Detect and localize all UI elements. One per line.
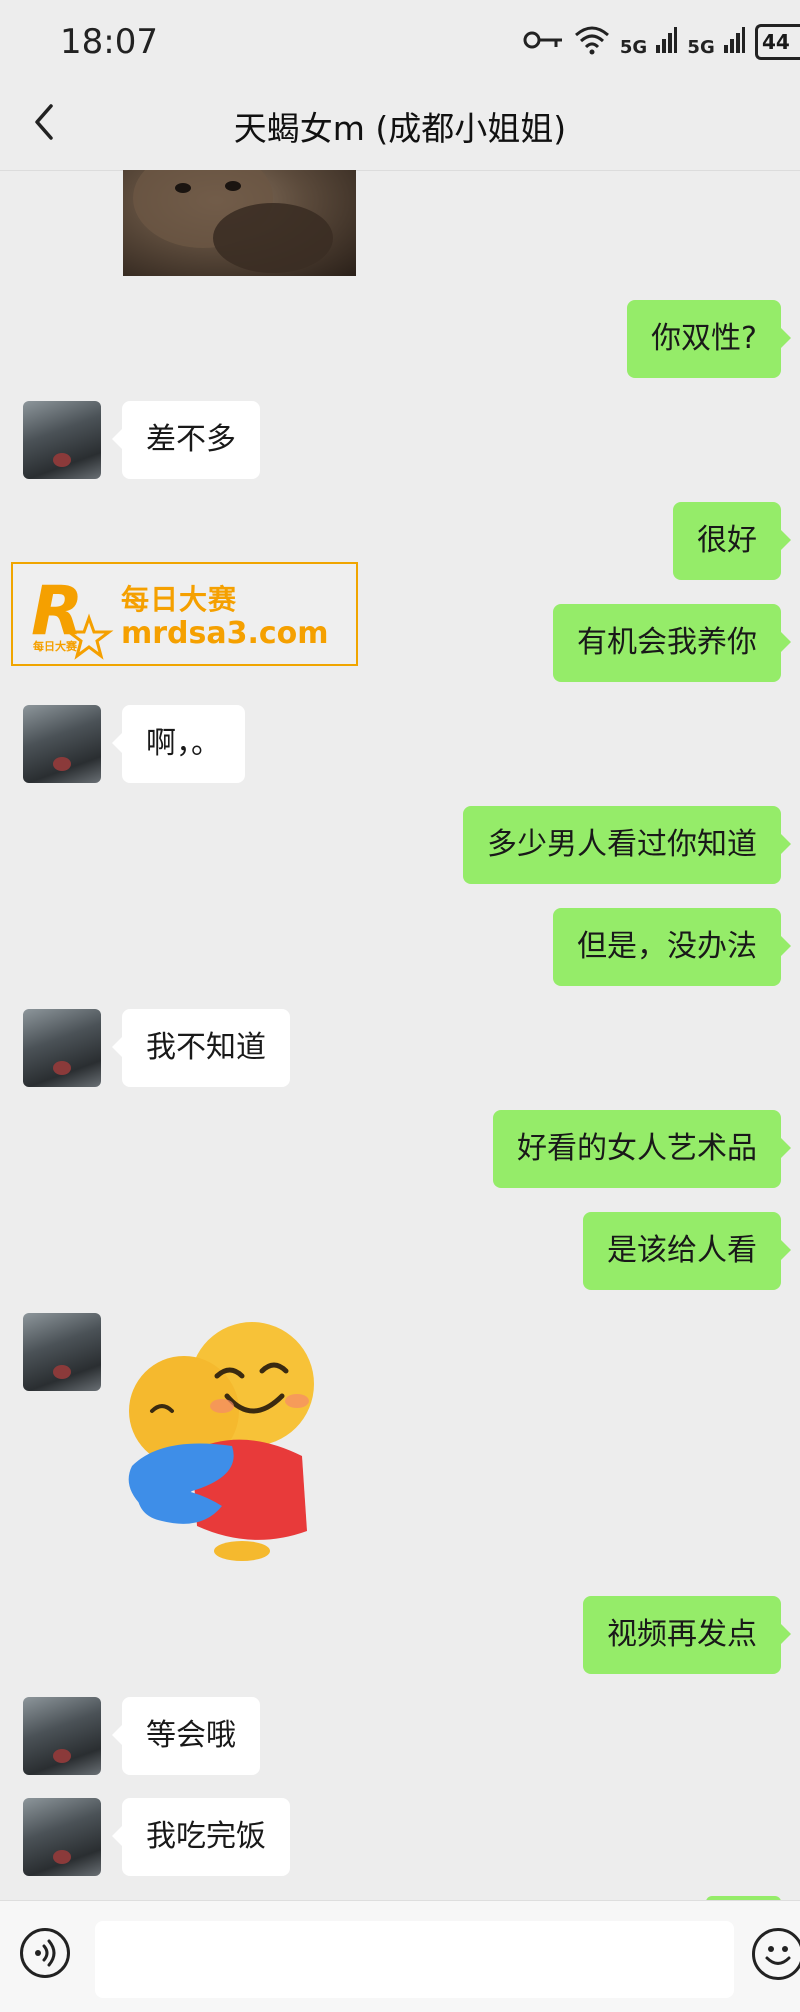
avatar[interactable] [23, 1798, 101, 1876]
message-bubble-outgoing[interactable]: 你双性? [627, 300, 791, 378]
message-bubble-outgoing[interactable]: 有机会我养你 [553, 604, 791, 682]
status-time: 18:07 [60, 22, 158, 62]
chat-title: 天蝎女m (成都小姐姐) [233, 109, 567, 148]
signal-icon: 5G [687, 26, 745, 58]
watermark: R 每日大赛 每日大赛 mrdsa3.com [11, 562, 358, 666]
message-bubble-outgoing[interactable]: 好看的女人艺术品 [493, 1110, 791, 1188]
message-input[interactable] [95, 1921, 734, 1998]
image-message[interactable] [123, 170, 356, 276]
message-bubble-outgoing[interactable]: 很好 [673, 502, 791, 580]
avatar[interactable] [23, 1009, 101, 1087]
voice-button[interactable] [20, 1928, 70, 1978]
hug-emoji-sticker[interactable] [122, 1316, 322, 1566]
message-bubble-outgoing[interactable]: 多少男人看过你知道 [463, 806, 791, 884]
message-bubble-incoming[interactable]: 等会哦 [112, 1697, 260, 1775]
emoji-icon [765, 1946, 791, 1965]
emoji-button[interactable] [752, 1928, 800, 1980]
message-bubble-incoming[interactable]: 我吃完饭 [112, 1798, 290, 1876]
message-bubble-incoming[interactable]: 啊，。 [112, 705, 245, 783]
message-bubble-outgoing[interactable]: 视频再发点 [583, 1596, 791, 1674]
signal-icon: 5G [619, 26, 678, 58]
wifi-icon [574, 25, 610, 60]
watermark-logo: R 每日大赛 [31, 572, 114, 660]
avatar[interactable] [23, 1697, 101, 1775]
signal-label: 5G [687, 36, 715, 58]
status-icons: 5G 5G 44 [522, 22, 800, 62]
message-bubble-incoming[interactable]: 差不多 [112, 401, 260, 479]
message-bubble-outgoing[interactable]: 但是，没办法 [553, 908, 791, 986]
message-bubble-outgoing[interactable]: 是该给人看 [583, 1212, 791, 1290]
battery-level: 44 [762, 30, 790, 54]
avatar[interactable] [23, 705, 101, 783]
message-list[interactable]: 你双性? 差不多 很好 有机会我养你 啊，。 多少男人看过你知道 但是，没办法 … [0, 170, 800, 1900]
svg-text:每日大赛: 每日大赛 [33, 639, 78, 653]
watermark-title: 每日大赛 [121, 583, 238, 616]
voice-icon [35, 1939, 56, 1967]
signal-label: 5G [619, 36, 648, 58]
cat-photo [133, 170, 333, 273]
chat-header: 天蝎女m (成都小姐姐) [0, 80, 800, 171]
hug-emoji-icon [128, 1322, 314, 1561]
watermark-url: mrdsa3.com [121, 616, 329, 651]
battery-icon: 44 [755, 24, 800, 60]
message-bubble-incoming[interactable]: 我不知道 [112, 1009, 290, 1087]
avatar[interactable] [23, 1313, 101, 1391]
key-icon [522, 29, 564, 56]
input-bar [0, 1900, 800, 2012]
status-bar: 18:07 5G 5G 44 [0, 0, 800, 80]
avatar[interactable] [23, 401, 101, 479]
